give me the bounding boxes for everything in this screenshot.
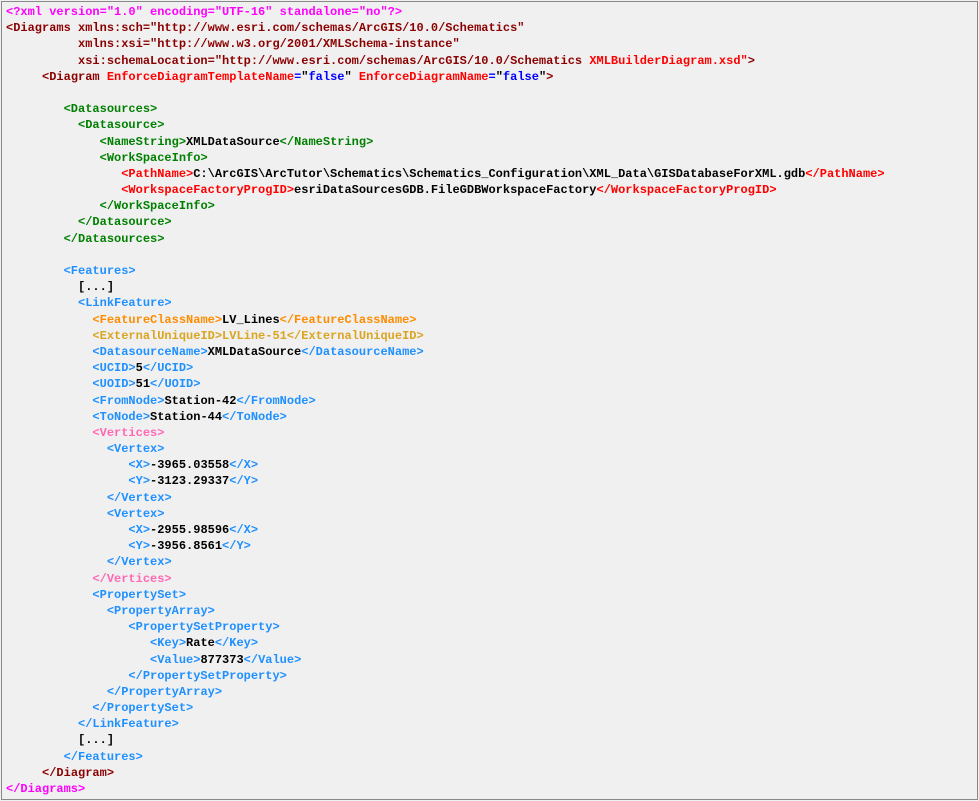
diagrams-open: <Diagrams xmlns:sch="http://www.esri.com… <box>6 21 524 35</box>
y2-open: <Y> <box>128 539 150 553</box>
workspacefactory-close: </WorkspaceFactoryProgID> <box>597 183 777 197</box>
propertysetproperty-close: </PropertySetProperty> <box>128 669 286 683</box>
uoid-close: </UOID> <box>150 377 200 391</box>
linkfeature-open: <LinkFeature> <box>78 296 172 310</box>
featureclass-val: LV_Lines <box>222 313 280 327</box>
propertyset-close: </PropertySet> <box>92 701 193 715</box>
diagrams-ns3a: xsi:schemaLocation="http://www.esri.com/… <box>78 54 589 68</box>
workspaceinfo-open: <WorkSpaceInfo> <box>100 151 208 165</box>
y2-close: </Y> <box>222 539 251 553</box>
value-close: </Value> <box>244 653 302 667</box>
namestring-close: </NameString> <box>280 135 374 149</box>
x1-close: </X> <box>229 458 258 472</box>
datasource-close: </Datasource> <box>78 215 172 229</box>
datasources-close: </Datasources> <box>64 232 165 246</box>
value-val: 877373 <box>200 653 243 667</box>
tonode-open: <ToNode> <box>92 410 150 424</box>
x2-open: <X> <box>128 523 150 537</box>
propertyarray-open: <PropertyArray> <box>107 604 215 618</box>
close-angle1: > <box>546 70 553 84</box>
diagrams-close-angle: > <box>748 54 755 68</box>
fromnode-val: Station-42 <box>164 394 236 408</box>
pathname-val: C:\ArcGIS\ArcTutor\Schematics\Schematics… <box>193 167 805 181</box>
vertices-close: </Vertices> <box>92 572 171 586</box>
datasourcename-val: XMLDataSource <box>208 345 302 359</box>
namestring-open: <NameString> <box>100 135 186 149</box>
workspacefactory-val: esriDataSourcesGDB.FileGDBWorkspaceFacto… <box>294 183 596 197</box>
x2-val: -2955.98596 <box>150 523 229 537</box>
attr-enforce-name: EnforceDiagramName <box>359 70 489 84</box>
datasourcename-open: <DatasourceName> <box>92 345 207 359</box>
value-open: <Value> <box>150 653 200 667</box>
false1: false <box>308 70 344 84</box>
datasource-open: <Datasource> <box>78 118 164 132</box>
propertyarray-close: </PropertyArray> <box>107 685 222 699</box>
namestring-val: XMLDataSource <box>186 135 280 149</box>
tonode-val: Station-44 <box>150 410 222 424</box>
diagram-open-a: <Diagram <box>42 70 107 84</box>
y1-val: -3123.29337 <box>150 474 229 488</box>
pathname-close: </PathName> <box>805 167 884 181</box>
features-close: </Features> <box>64 750 143 764</box>
fromnode-open: <FromNode> <box>92 394 164 408</box>
datasources-open: <Datasources> <box>64 102 158 116</box>
x1-open: <X> <box>128 458 150 472</box>
workspacefactory-open: <WorkspaceFactoryProgID> <box>121 183 294 197</box>
false2: false <box>503 70 539 84</box>
vertices-open: <Vertices> <box>92 426 164 440</box>
uoid-val: 51 <box>136 377 150 391</box>
features-open: <Features> <box>64 264 136 278</box>
ucid-open: <UCID> <box>92 361 135 375</box>
datasourcename-close: </DatasourceName> <box>301 345 423 359</box>
featureclass-open: <FeatureClassName> <box>92 313 222 327</box>
vertex2-close: </Vertex> <box>107 555 172 569</box>
fromnode-close: </FromNode> <box>236 394 315 408</box>
key-close: </Key> <box>215 636 258 650</box>
attr-enforce-tpl: EnforceDiagramTemplateName <box>107 70 294 84</box>
vertex1-open: <Vertex> <box>107 442 165 456</box>
propertysetproperty-open: <PropertySetProperty> <box>128 620 279 634</box>
key-open: <Key> <box>150 636 186 650</box>
x2-close: </X> <box>229 523 258 537</box>
featureclass-close: </FeatureClassName> <box>280 313 417 327</box>
key-val: Rate <box>186 636 215 650</box>
propertyset-open: <PropertySet> <box>92 588 186 602</box>
workspaceinfo-close: </WorkSpaceInfo> <box>100 199 215 213</box>
xml-code-block: <?xml version="1.0" encoding="UTF-16" st… <box>1 1 978 800</box>
linkfeature-close: </LinkFeature> <box>78 717 179 731</box>
y2-val: -3956.8561 <box>150 539 222 553</box>
y1-open: <Y> <box>128 474 150 488</box>
pathname-open: <PathName> <box>121 167 193 181</box>
ellipsis1: [...] <box>78 280 114 294</box>
ellipsis2: [...] <box>78 733 114 747</box>
diagrams-ns2: xmlns:xsi="http://www.w3.org/2001/XMLSch… <box>78 37 460 51</box>
q2: " <box>344 70 351 84</box>
eq2: = <box>489 70 496 84</box>
externaluid: <ExternalUniqueID>LVLine-51</ExternalUni… <box>92 329 423 343</box>
xml-declaration: <?xml version="1.0" encoding="UTF-16" st… <box>6 5 402 19</box>
y1-close: </Y> <box>229 474 258 488</box>
ucid-close: </UCID> <box>143 361 193 375</box>
tonode-close: </ToNode> <box>222 410 287 424</box>
q3: " <box>496 70 503 84</box>
diagram-close: </Diagram> <box>42 766 114 780</box>
vertex2-open: <Vertex> <box>107 507 165 521</box>
ucid-val: 5 <box>136 361 143 375</box>
x1-val: -3965.03558 <box>150 458 229 472</box>
uoid-open: <UOID> <box>92 377 135 391</box>
diagrams-close: </Diagrams> <box>6 782 85 796</box>
diagrams-ns3b: XMLBuilderDiagram.xsd" <box>589 54 747 68</box>
vertex1-close: </Vertex> <box>107 491 172 505</box>
